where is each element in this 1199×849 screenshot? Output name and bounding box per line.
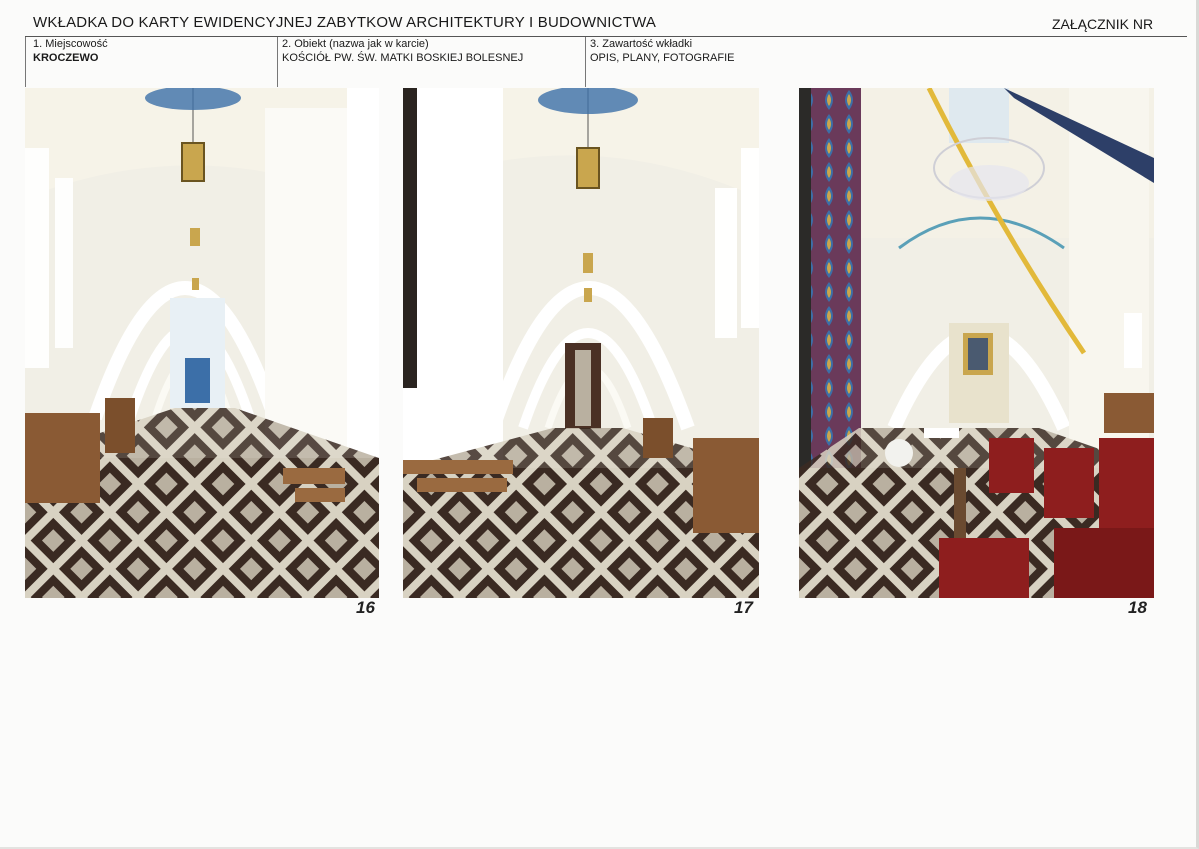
annex-label: ZAŁĄCZNIK NR bbox=[1052, 16, 1154, 32]
aisle-photo-illustration bbox=[403, 88, 759, 598]
photo-number-18: 18 bbox=[1128, 598, 1147, 617]
photo-16 bbox=[25, 88, 379, 598]
field-object-value: KOŚCIÓŁ PW. ŚW. MATKI BOSKIEJ BOLESNEJ bbox=[282, 52, 524, 64]
field-locality-value: KROCZEWO bbox=[33, 52, 99, 64]
field-contents-label: 3. Zawartość wkładki bbox=[590, 38, 693, 50]
field-object-label: 2. Obiekt (nazwa jak w karcie) bbox=[282, 38, 429, 50]
photo-number-16: 16 bbox=[356, 598, 375, 617]
field-divider bbox=[585, 37, 586, 87]
photo-number-17: 17 bbox=[734, 598, 753, 617]
chapel-photo-illustration bbox=[799, 88, 1154, 598]
photo-17 bbox=[403, 88, 759, 598]
field-locality-label: 1. Miejscowość bbox=[33, 38, 108, 50]
field-divider bbox=[25, 37, 26, 87]
field-divider bbox=[277, 37, 278, 87]
header-rule bbox=[25, 36, 1187, 37]
field-contents-value: OPIS, PLANY, FOTOGRAFIE bbox=[590, 52, 735, 64]
page-title: WKŁADKA DO KARTY EWIDENCYJNEJ ZABYTKOW A… bbox=[33, 14, 657, 31]
aisle-photo-illustration bbox=[25, 88, 379, 598]
photo-18 bbox=[799, 88, 1154, 598]
